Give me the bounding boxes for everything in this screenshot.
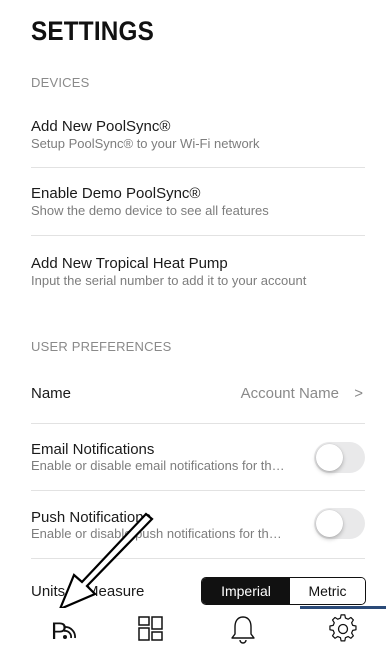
active-tab-indicator	[300, 606, 386, 609]
units-of-measure-label: Units of Measure	[31, 583, 145, 600]
dashboard-icon[interactable]	[137, 614, 167, 644]
add-poolsync-title: Add New PoolSync®	[31, 118, 171, 135]
divider	[31, 558, 365, 559]
annotation-arrow-icon	[57, 512, 154, 612]
devices-section-header: DEVICES	[31, 75, 90, 90]
metric-option[interactable]: Metric	[290, 578, 365, 604]
divider	[31, 235, 365, 236]
page-title: SETTINGS	[31, 16, 154, 46]
gear-icon[interactable]	[328, 614, 358, 644]
chevron-right-icon: >	[354, 385, 363, 402]
toggle-knob	[316, 510, 343, 537]
divider	[31, 490, 365, 491]
name-row[interactable]: Name Account Name >	[31, 385, 365, 405]
push-notifications-toggle[interactable]	[314, 508, 365, 539]
email-notifications-toggle[interactable]	[314, 442, 365, 473]
push-notifications-subtitle: Enable or disable push notifications for…	[31, 526, 282, 541]
add-poolsync-item[interactable]: Add New PoolSync® Setup PoolSync® to you…	[31, 118, 365, 152]
enable-demo-title: Enable Demo PoolSync®	[31, 185, 201, 202]
poolsync-icon[interactable]: P	[50, 614, 80, 645]
toggle-knob	[316, 444, 343, 471]
units-segmented-control[interactable]: Imperial Metric	[201, 577, 366, 605]
add-heat-pump-subtitle: Input the serial number to add it to you…	[31, 273, 307, 288]
divider	[31, 167, 365, 168]
enable-demo-item[interactable]: Enable Demo PoolSync® Show the demo devi…	[31, 185, 365, 219]
add-heat-pump-item[interactable]: Add New Tropical Heat Pump Input the ser…	[31, 255, 365, 289]
bell-icon[interactable]	[228, 614, 258, 644]
account-name-value: Account Name	[240, 385, 339, 402]
enable-demo-subtitle: Show the demo device to see all features	[31, 203, 269, 218]
imperial-option[interactable]: Imperial	[202, 578, 290, 604]
add-heat-pump-title: Add New Tropical Heat Pump	[31, 255, 228, 272]
email-notifications-subtitle: Enable or disable email notifications fo…	[31, 458, 285, 473]
add-poolsync-subtitle: Setup PoolSync® to your Wi-Fi network	[31, 136, 260, 151]
name-label: Name	[31, 385, 72, 402]
user-preferences-section-header: USER PREFERENCES	[31, 339, 172, 354]
divider	[31, 423, 365, 424]
